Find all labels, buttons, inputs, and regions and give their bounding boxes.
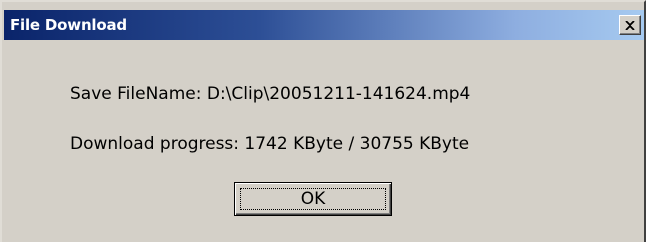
download-progress-text: Download progress: 1742 KByte / 30755 KB… bbox=[70, 134, 470, 154]
ok-button-label: OK bbox=[300, 189, 326, 209]
file-download-dialog: File Download Save FileName: D:\Clip\200… bbox=[0, 0, 646, 242]
ok-button[interactable]: OK bbox=[234, 182, 392, 216]
close-icon bbox=[625, 20, 635, 30]
save-filename-text: Save FileName: D:\Clip\20051211-141624.m… bbox=[70, 84, 471, 104]
dialog-title: File Download bbox=[10, 16, 127, 34]
close-button[interactable] bbox=[619, 15, 641, 35]
focus-rectangle: OK bbox=[240, 188, 386, 210]
title-bar[interactable]: File Download bbox=[4, 10, 644, 40]
